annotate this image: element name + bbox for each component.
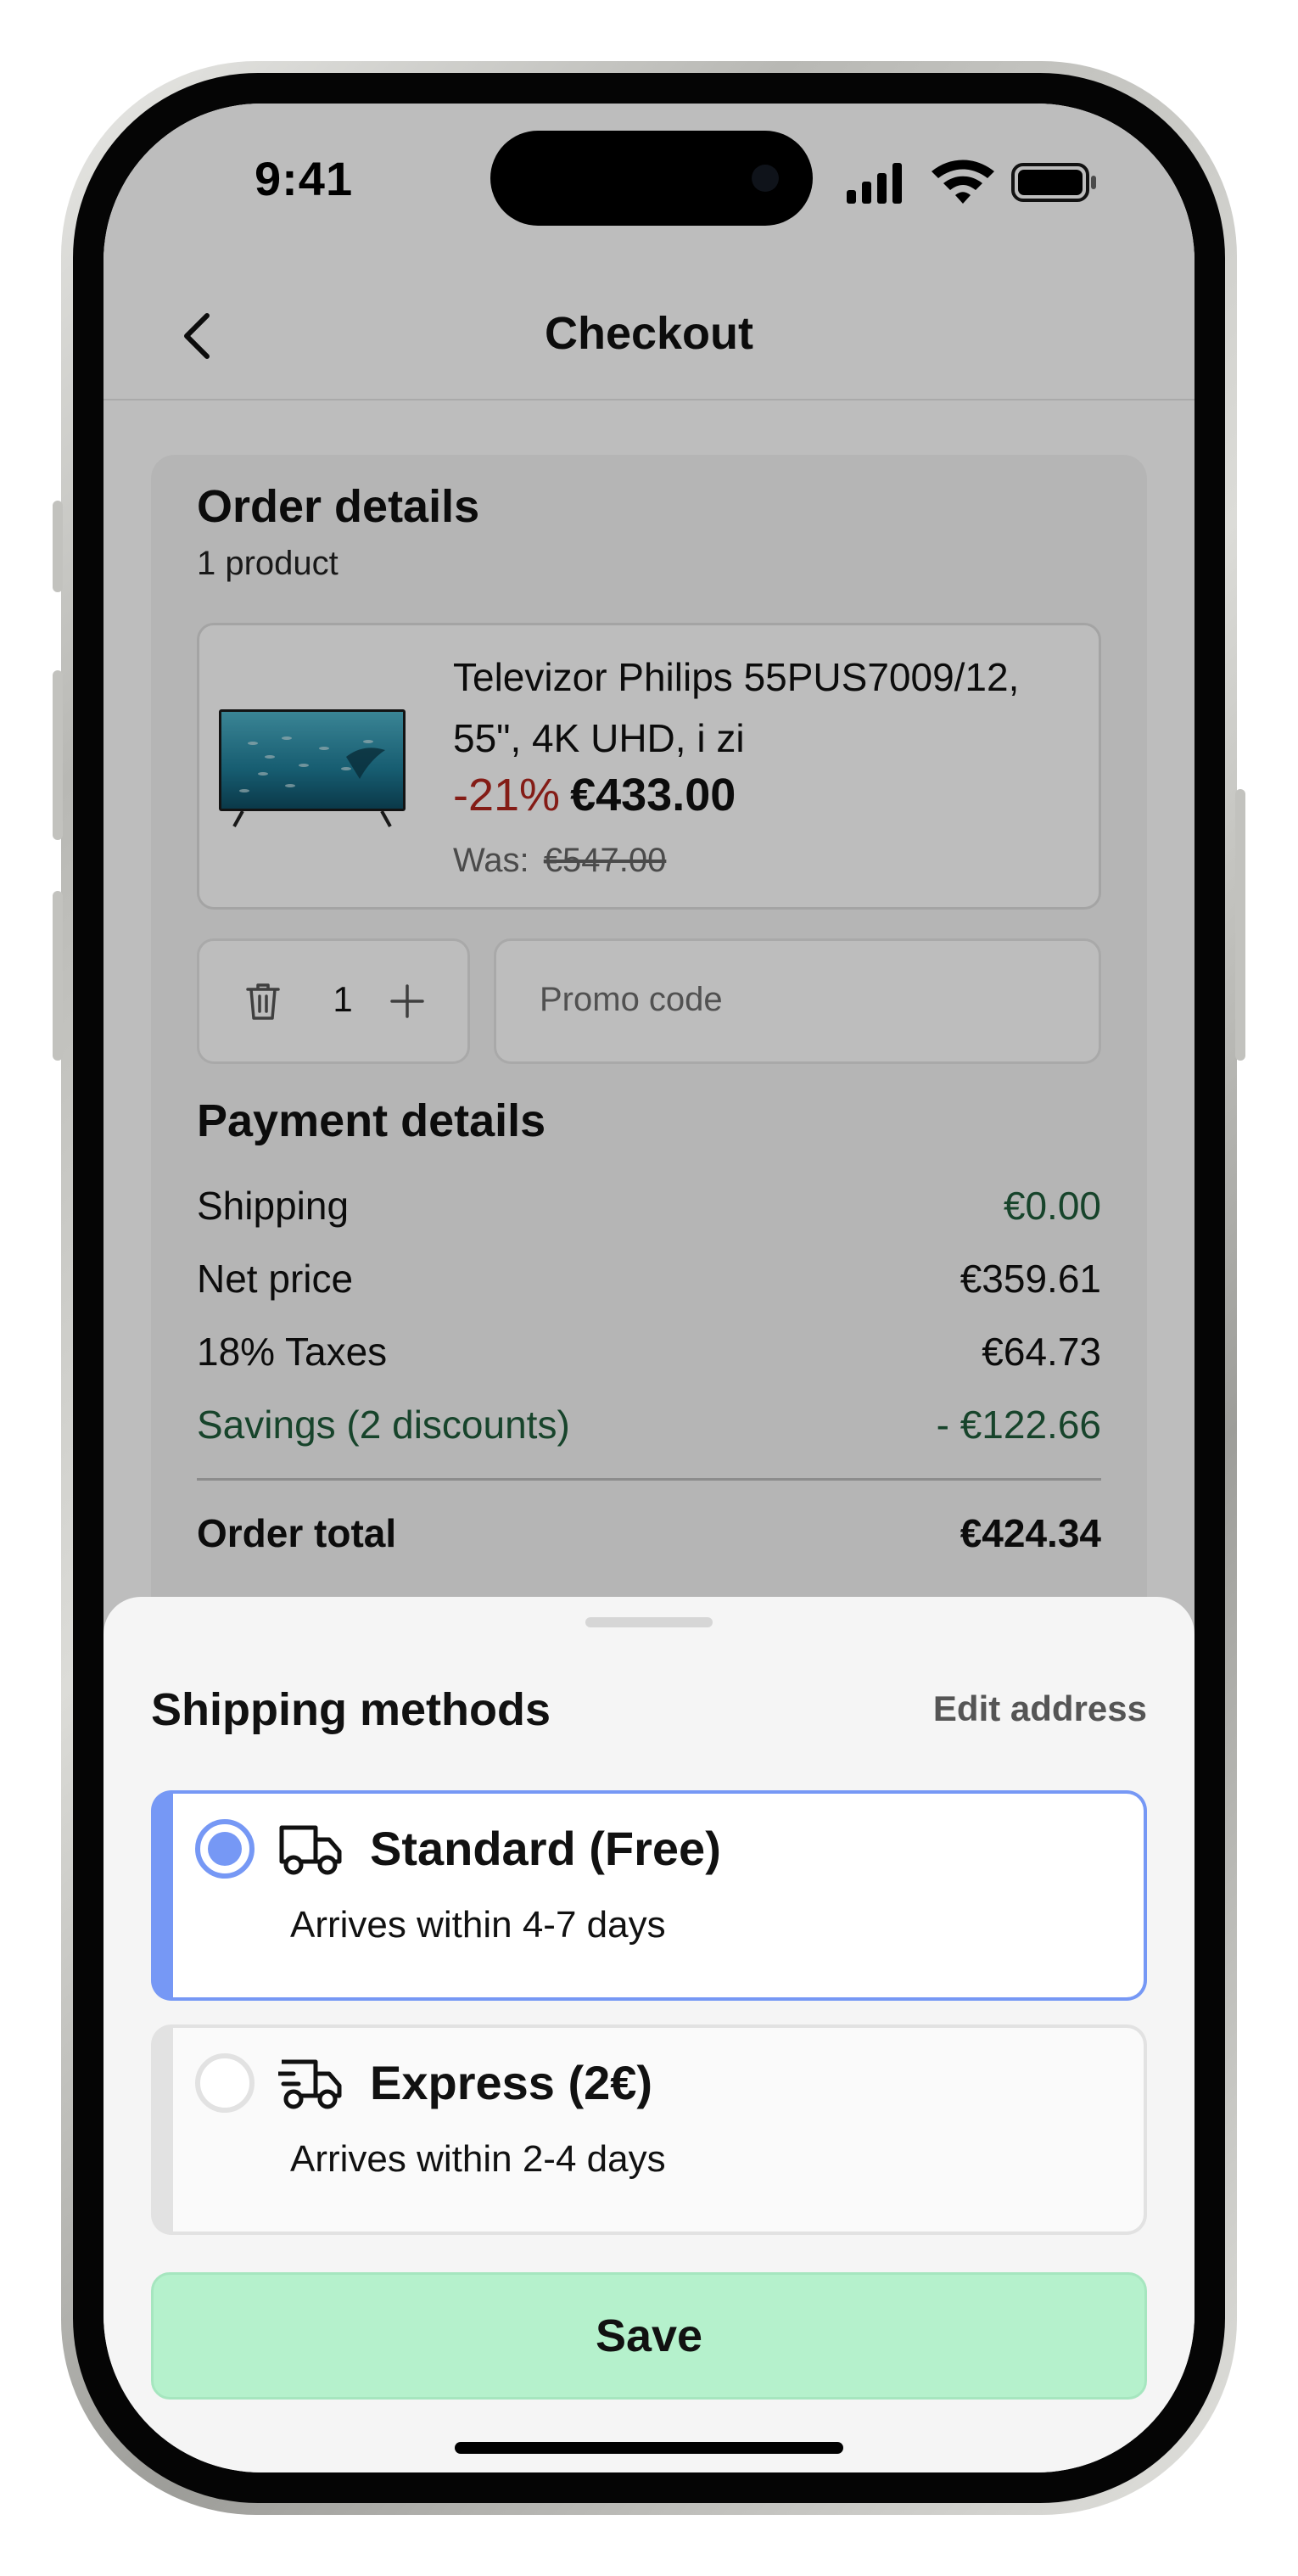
save-button[interactable]: Save — [151, 2272, 1147, 2400]
power-button — [1235, 789, 1245, 1061]
express-title: Express (2€) — [370, 2056, 653, 2109]
express-radio[interactable] — [195, 2053, 255, 2113]
truck-icon — [279, 1825, 342, 1875]
standard-title: Standard (Free) — [370, 1822, 721, 1875]
standard-radio[interactable] — [195, 1819, 255, 1879]
phone-screen: 9:41 Checkout Order details 1 product Te… — [104, 104, 1194, 2472]
action-button — [53, 501, 63, 592]
sheet-title: Shipping methods — [151, 1684, 551, 1735]
standard-desc: Arrives within 4-7 days — [290, 1904, 666, 1946]
volume-down-button — [53, 891, 63, 1061]
express-desc: Arrives within 2-4 days — [290, 2138, 666, 2180]
volume-up-button — [53, 670, 63, 840]
edit-address-link[interactable]: Edit address — [933, 1688, 1147, 1729]
home-indicator[interactable] — [455, 2442, 843, 2454]
sheet-grabber[interactable] — [585, 1617, 713, 1627]
fast-truck-icon — [278, 2059, 342, 2109]
modal-scrim[interactable] — [104, 104, 1194, 1648]
